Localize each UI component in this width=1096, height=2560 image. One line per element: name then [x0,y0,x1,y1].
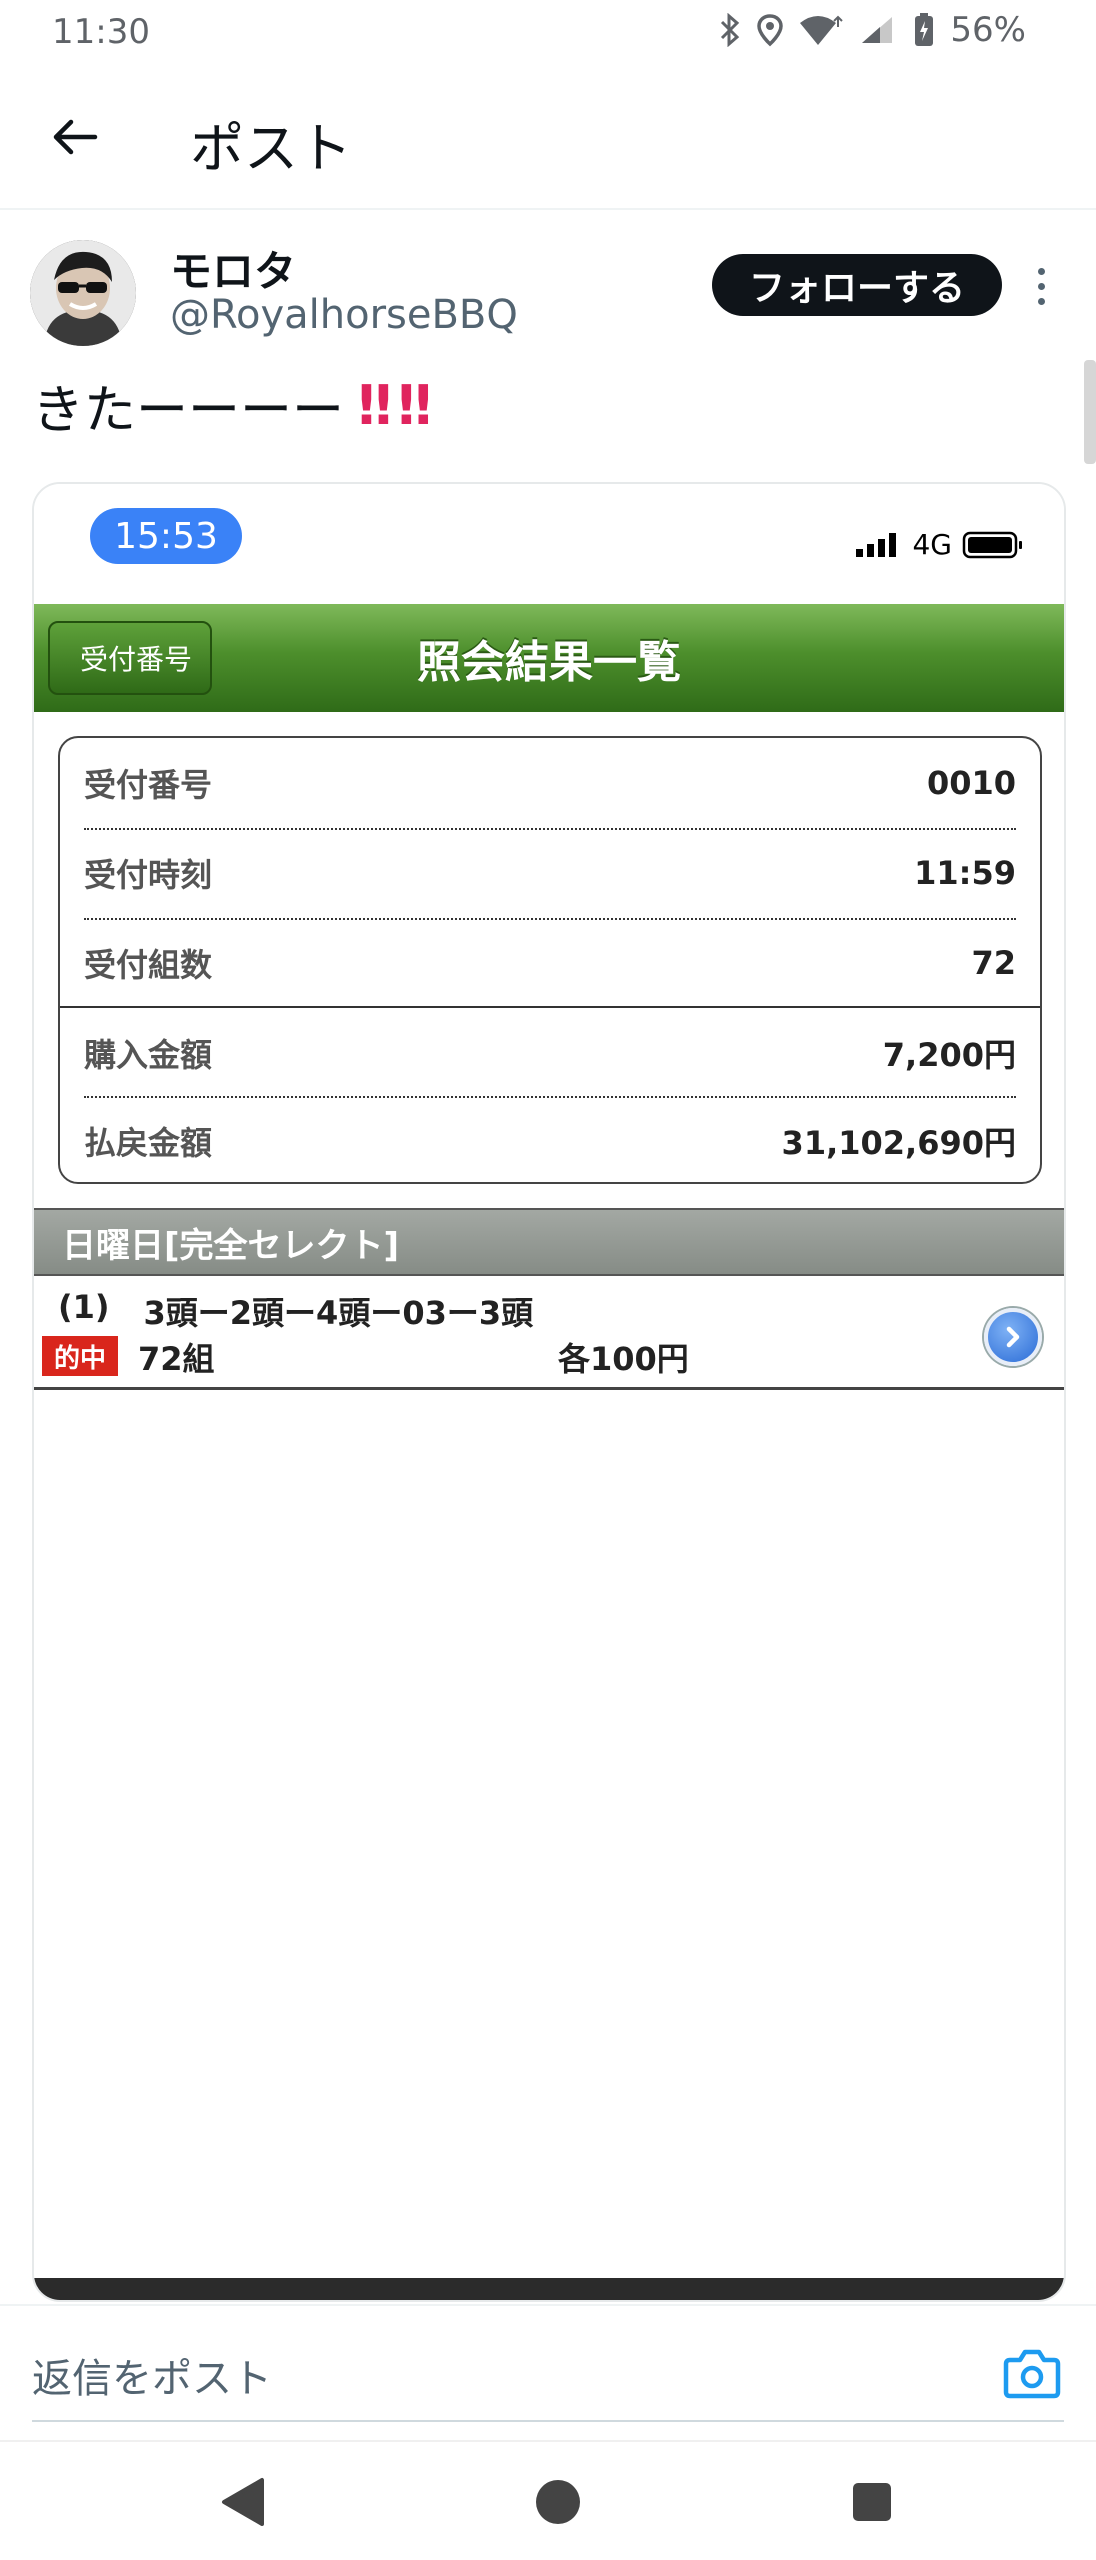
row-label: 購入金額 [84,1036,213,1074]
image-header-bar: 受付番号 照会結果一覧 [34,604,1064,712]
image-bottom-bar [34,2278,1064,2300]
arrow-left-icon [53,119,98,155]
status-time: 11:30 [52,12,150,52]
row-label: 受付組数 [84,946,213,984]
bluetooth-icon [721,13,740,47]
avatar-image [30,240,136,346]
image-status-bar: 15:53 4G [34,484,1064,604]
row-value: 0010 [926,764,1016,802]
bet-units: 72組 [138,1340,215,1378]
image-network-label: 4G [912,528,952,561]
cell-signal-icon [862,17,893,43]
table-row: 払戻金額 31,102,690円 [84,1096,1016,1186]
page-title: ポスト [190,117,352,180]
image-header-title: 照会結果一覧 [417,637,681,688]
row-value: 31,102,690円 [781,1124,1016,1162]
post-image[interactable]: 15:53 4G 受付番号 照会結果一覧 受付番号 0010 受付時刻 11:5… [32,482,1066,2302]
camera-icon[interactable] [1002,2346,1062,2400]
hit-badge: 的中 [42,1336,118,1376]
battery-percent: 56% [950,10,1026,50]
user-handle[interactable]: @RoyalhorseBBQ [170,292,518,338]
square-recents-icon[interactable] [842,2472,902,2532]
avatar[interactable] [30,240,136,346]
reply-bar: 返信をポスト [0,2304,1096,2438]
back-button[interactable] [40,102,110,172]
post-body: きたーーーー [32,381,345,441]
row-label: 受付時刻 [84,856,213,894]
top-app-bar: ポスト [0,70,1096,210]
reply-underline [32,2420,1064,2422]
reply-input[interactable]: 返信をポスト [32,2346,272,2404]
bet-index: (1) [58,1288,110,1326]
wifi-icon [800,15,844,45]
inquiry-summary-table: 受付番号 0010 受付時刻 11:59 受付組数 72 購入金額 7,200円… [58,736,1042,1184]
row-value: 7,200円 [882,1036,1016,1074]
bet-combination: 3頭ー2頭ー4頭ー03ー3頭 [143,1294,534,1332]
location-icon [757,14,784,47]
display-name[interactable]: モロタ [170,238,296,299]
chevron-right-icon [984,1308,1042,1366]
table-row: 受付時刻 11:59 [84,828,1016,918]
image-section-header: 日曜日[完全セレクト] [34,1208,1064,1276]
triangle-back-icon[interactable] [212,2472,272,2532]
table-row: 受付組数 72 [84,918,1016,1008]
image-signal-icon [856,532,897,557]
scrollbar[interactable] [1084,360,1096,464]
more-options-icon[interactable] [1028,258,1054,314]
battery-icon [915,13,934,46]
bet-list-item: (1) 3頭ー2頭ー4頭ー03ー3頭 的中 72組 各100円 [34,1278,1064,1390]
post-text: きたーーーー ‼‼ [32,368,438,443]
row-label: 受付番号 [84,766,213,804]
system-nav-bar [0,2440,1096,2560]
double-exclamation-emoji: ‼‼ [358,374,438,437]
bet-line: (1) 3頭ー2頭ー4頭ー03ー3頭 [58,1288,533,1334]
row-label: 払戻金額 [84,1124,213,1162]
circle-home-icon[interactable] [528,2472,588,2532]
row-value: 11:59 [914,854,1016,892]
status-icons: 56% [718,10,1026,50]
image-status-icons: 4G [854,528,1024,561]
image-status-time: 15:53 [90,508,242,564]
row-value: 72 [971,944,1016,982]
bet-each-amount: 各100円 [558,1340,689,1378]
table-row: 受付番号 0010 [84,738,1016,828]
image-battery-icon [962,531,1022,558]
status-bar: 11:30 56% [0,0,1096,62]
follow-button[interactable]: フォローする [712,254,1002,316]
table-row: 購入金額 7,200円 [84,1008,1016,1098]
